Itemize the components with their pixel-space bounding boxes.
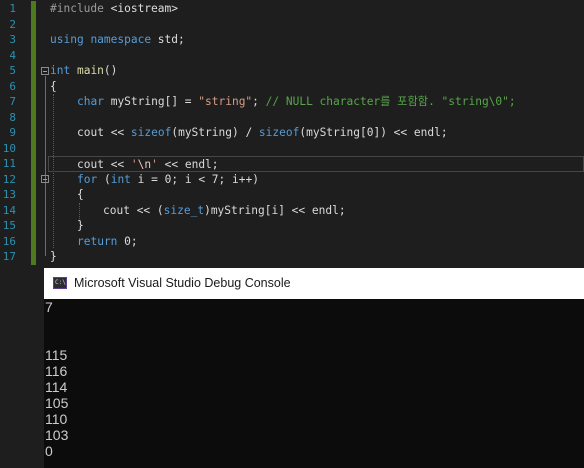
console-title-bar[interactable]: C:\ Microsoft Visual Studio Debug Consol… [44,268,584,299]
line-number: 14 [2,203,16,217]
editor-background-strip [0,266,44,468]
line-number: 7 [9,95,16,108]
code-line-17[interactable]: } [50,249,584,265]
line-number: 3 [9,33,16,46]
collapse-main-icon[interactable] [41,67,49,75]
output-line: 115 [45,347,68,363]
fold-region-line [45,184,46,229]
code-line-16[interactable]: return 0; [77,234,584,250]
code-line-13[interactable]: { [77,187,584,203]
code-line-14[interactable]: cout << (size_t)myString[i] << endl; [103,203,584,219]
line-number: 17 [2,250,16,263]
line-number: 8 [9,110,16,124]
line-number: 12 [2,172,16,186]
fold-region-line [45,76,46,256]
code-line-7[interactable]: char myString[] = "string"; // NULL char… [77,94,584,110]
line-number: 6 [9,79,16,93]
line-number: 9 [9,126,16,139]
line-number: 5 [9,64,16,77]
output-line: 103 [45,427,69,443]
code-line-1[interactable]: #include <iostream> [50,1,584,17]
line-number: 13 [2,188,16,201]
code-line-12[interactable]: for (int i = 0; i < 7; i++) [77,172,584,188]
line-number: 16 [2,234,16,248]
code-editor[interactable]: 1 2 3 4 5 6 7 8 9 10 11 12 13 14 15 16 1… [0,0,584,266]
output-line: 110 [45,411,68,427]
line-number: 2 [9,17,16,31]
line-number: 10 [2,141,16,155]
collapse-for-icon[interactable] [41,175,49,183]
output-line: 114 [45,379,68,395]
code-line-9[interactable]: cout << sizeof(myString) / sizeof(myStri… [77,125,584,141]
code-line-5[interactable]: int main() [50,63,584,79]
console-output[interactable]: 7 115 116 114 105 110 103 0 [45,299,68,459]
output-line: 0 [45,443,53,459]
output-line: 116 [45,363,68,379]
console-title: Microsoft Visual Studio Debug Console [74,276,291,290]
code-line-15[interactable]: } [77,218,584,234]
indent-guide [79,203,80,219]
code-line-3[interactable]: using namespace std; [50,32,584,48]
output-line: 105 [45,395,69,411]
line-number: 15 [2,219,16,232]
code-line-6[interactable]: { [50,79,584,95]
line-number: 1 [9,2,16,15]
debug-console-window[interactable]: C:\ Microsoft Visual Studio Debug Consol… [44,268,584,468]
change-tracking-bar [31,1,36,265]
code-line-11-current[interactable]: cout << '\n' << endl; [48,156,584,172]
line-number: 4 [9,48,16,62]
console-app-icon: C:\ [53,277,67,289]
output-line: 7 [45,299,53,315]
line-number: 11 [2,157,16,170]
